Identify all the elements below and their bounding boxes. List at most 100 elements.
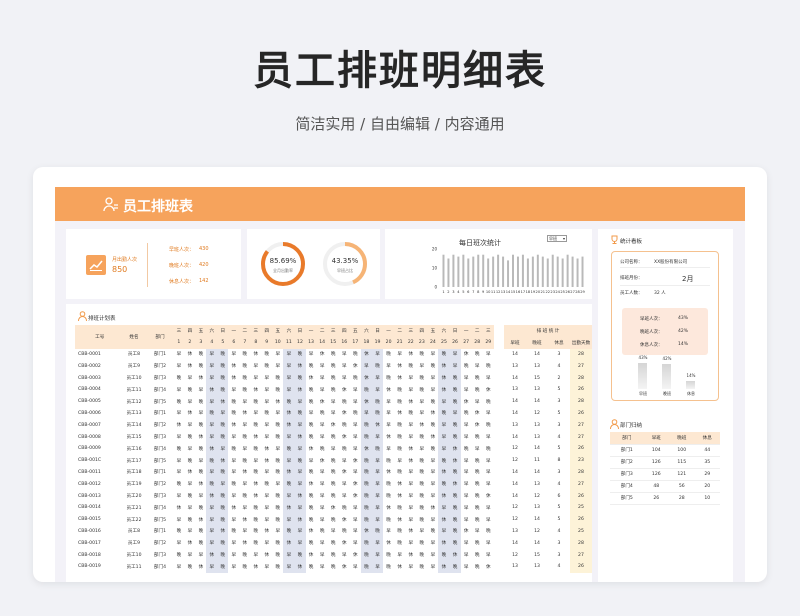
shift-cell: 休	[217, 525, 229, 538]
shift-cell: 晚	[474, 376, 480, 382]
shift-cell: 晚	[438, 407, 450, 420]
shift-cell: 晚	[341, 423, 347, 429]
shift-cell: 早	[408, 470, 414, 476]
stat-cell: 12	[512, 517, 518, 523]
table-row: CBB-001C 员工17 部门5 早晚早晚休早晚早休晚早晚早休晚早休晚早晚早休晚早晚…	[75, 454, 592, 467]
shift-cell: 晚	[264, 482, 270, 488]
shift-cell: 休	[386, 387, 391, 393]
shift-cell: 早	[371, 478, 384, 491]
shift-cell: 休	[397, 376, 402, 382]
stat-cell: 14	[534, 469, 540, 475]
day-header: 28	[471, 336, 483, 349]
shift-cell: 早	[371, 431, 384, 443]
shift-cell: 晚	[397, 470, 402, 476]
shift-cell: 晚	[449, 490, 461, 502]
shift-cell: 休	[294, 431, 306, 443]
shift-cell: 休	[353, 364, 358, 370]
shift-cell: 早	[242, 529, 248, 535]
shift-cell: 早	[438, 525, 450, 538]
hero-subtitle: 简洁实用 / 自由编辑 / 内容通用	[295, 115, 505, 133]
daily-bar	[502, 256, 505, 287]
daily-bar	[452, 254, 455, 287]
shift-cell: 晚	[353, 352, 358, 358]
shift-cell: 早	[463, 517, 469, 523]
shift-cell: 早	[330, 529, 336, 535]
shift-cell: 早	[253, 376, 259, 382]
shift-cell: 晚	[319, 529, 325, 535]
stat-cell: 27	[569, 419, 592, 432]
stat-cell: 12	[534, 528, 540, 534]
shift-cell: 早	[253, 364, 259, 370]
shift-cell: 早	[408, 376, 414, 382]
shift-cell: 早	[330, 399, 336, 405]
donut-percent: 85.69%	[269, 257, 297, 265]
shift-cell: 休	[485, 564, 491, 570]
weekday-header: 三	[405, 325, 417, 337]
shift-cell: 晚	[438, 478, 450, 491]
x-tick-label: 21	[541, 290, 546, 294]
shift-cell: 休	[264, 446, 270, 452]
shift-cell: 晚	[294, 372, 306, 384]
shift-cell: 早	[198, 387, 204, 393]
shift-cell: 早	[319, 376, 325, 382]
shift-cell: 晚	[463, 411, 469, 417]
stat-cell: 14	[512, 399, 518, 405]
shift-cell: 晚	[353, 411, 358, 417]
company-name: 公司名称： XX股份有限公司	[620, 260, 688, 265]
stat-cell: 23	[569, 454, 592, 467]
shift-cell: 休	[283, 407, 295, 420]
shift-cell: 晚	[231, 399, 237, 405]
shift-cell: 早	[371, 490, 384, 502]
shift-cell: 晚	[330, 364, 336, 370]
day-header: 18	[360, 336, 372, 349]
shift-cell: 早	[294, 466, 306, 479]
shift-cell: 晚	[330, 494, 336, 500]
shift-cell: 休	[360, 372, 372, 384]
staff-count: 员工人数： 32 人	[620, 291, 666, 296]
shift-cell: 晚	[253, 399, 259, 405]
weekday-header: 二	[316, 325, 328, 337]
shift-cell: 早	[294, 442, 306, 455]
shift-cell: 早	[319, 494, 325, 500]
shift-cell: 晚	[294, 549, 306, 561]
person-icon	[78, 311, 87, 321]
shift-cell: 晚	[341, 446, 347, 452]
shift-cell: 早	[206, 348, 218, 361]
shift-cell: 晚	[253, 505, 259, 511]
shift-cell: 晚	[253, 517, 259, 523]
stat-cell: 26	[569, 560, 592, 573]
stat-cell: 14	[534, 351, 540, 357]
shift-cell: 休	[419, 423, 425, 429]
shift-cell: 晚	[187, 387, 193, 393]
stat-cell: 3	[557, 540, 561, 546]
x-tick-label: 9	[482, 290, 485, 294]
shift-cell: 早	[187, 376, 193, 382]
x-tick-label: 6	[467, 290, 470, 294]
dept-cell: 部门2	[610, 456, 644, 469]
stat-cell: 12	[534, 410, 540, 416]
shift-cell: 晚	[242, 553, 248, 559]
shift-cell: 早	[386, 411, 391, 417]
ratio-bar-pct: 42%	[662, 355, 672, 361]
weekday-header: 二	[239, 325, 251, 337]
shift-cell: 晚	[264, 364, 270, 370]
ratio-row: 休息人次： 14%	[640, 342, 689, 348]
shift-cell: 休	[198, 376, 204, 382]
daily-bar	[521, 254, 524, 287]
shift-cell: 休	[294, 360, 306, 373]
weekday-header: 日	[217, 325, 229, 337]
shift-cell: 早	[319, 541, 325, 547]
shift-cell: 晚	[242, 458, 248, 464]
daily-bar	[546, 258, 549, 287]
shift-cell: 休	[438, 360, 450, 373]
shift-cell: 晚	[275, 376, 281, 382]
shift-cell: 休	[187, 352, 193, 358]
shift-cell: 早	[294, 419, 306, 432]
shift-cell: 早	[187, 399, 193, 405]
shift-cell: 晚	[397, 387, 402, 393]
x-tick-label: 8	[477, 290, 480, 294]
shift-cell: 晚	[419, 494, 425, 500]
stat-cell: 15	[534, 375, 540, 381]
shift-cell: 早	[474, 399, 480, 405]
shift-cell: 早	[408, 505, 414, 511]
